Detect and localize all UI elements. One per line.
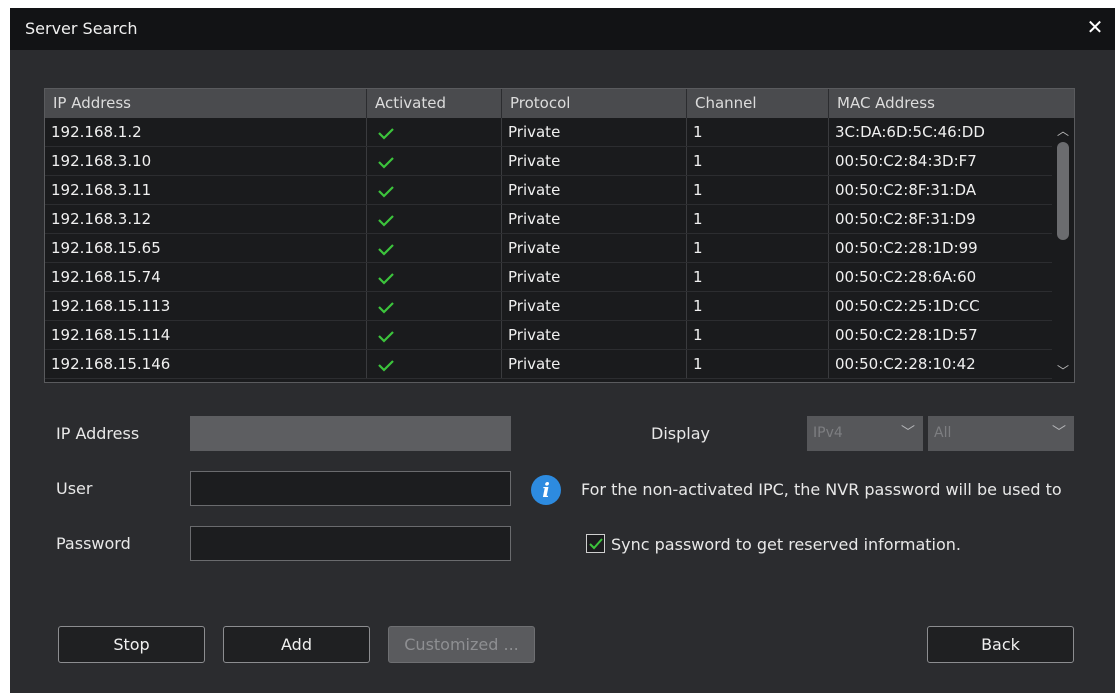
server-search-dialog: Server Search ✕ IP Address Activated Pro…: [10, 8, 1115, 693]
column-header-mac[interactable]: MAC Address: [829, 89, 1074, 118]
ip-address-field: [190, 416, 511, 451]
sync-password-checkbox[interactable]: [586, 534, 605, 553]
ip-cell: 192.168.1.2: [45, 118, 367, 146]
table-body: 192.168.1.2 Private 1 3C:DA:6D:5C:46:DD 192.…: [45, 118, 1052, 379]
channel-cell: 1: [687, 292, 829, 320]
ip-cell: 192.168.15.65: [45, 234, 367, 262]
add-button[interactable]: Add: [223, 626, 370, 663]
activated-cell: [367, 205, 502, 233]
ip-cell: 192.168.15.74: [45, 263, 367, 291]
protocol-cell: Private: [502, 263, 687, 291]
check-icon: [378, 273, 394, 285]
user-label: User: [56, 479, 93, 498]
check-icon: [378, 186, 394, 198]
scroll-down-icon[interactable]: ﹀: [1056, 362, 1070, 378]
check-icon: [378, 128, 394, 140]
info-message: For the non-activated IPC, the NVR passw…: [581, 480, 1062, 499]
table-scrollbar[interactable]: ︿ ﹀: [1052, 118, 1074, 382]
ip-cell: 192.168.15.146: [45, 350, 367, 378]
device-table: IP Address Activated Protocol Channel MA…: [44, 88, 1075, 383]
activated-cell: [367, 321, 502, 349]
ip-cell: 192.168.15.114: [45, 321, 367, 349]
check-icon: [378, 244, 394, 256]
check-icon: [378, 331, 394, 343]
channel-cell: 1: [687, 118, 829, 146]
channel-cell: 1: [687, 350, 829, 378]
mac-cell: 00:50:C2:28:1D:57: [835, 326, 978, 344]
display-label: Display: [651, 424, 710, 443]
channel-cell: 1: [687, 321, 829, 349]
mac-cell: 00:50:C2:84:3D:F7: [835, 152, 977, 170]
ip-cell: 192.168.3.12: [45, 205, 367, 233]
chevron-down-icon: ﹀: [901, 425, 915, 441]
activated-cell: [367, 176, 502, 204]
check-icon: [378, 157, 394, 169]
channel-cell: 1: [687, 234, 829, 262]
display-filter-select: All ﹀: [928, 416, 1074, 451]
protocol-cell: Private: [502, 176, 687, 204]
table-row[interactable]: 192.168.3.11 Private 1 00:50:C2:8F:31:DA: [45, 176, 1052, 205]
activated-cell: [367, 350, 502, 378]
mac-cell: 00:50:C2:28:10:42: [835, 355, 976, 373]
mac-cell: 00:50:C2:28:1D:99: [835, 239, 978, 257]
channel-cell: 1: [687, 263, 829, 291]
mac-cell: 00:50:C2:25:1D:CC: [835, 297, 980, 315]
protocol-cell: Private: [502, 321, 687, 349]
sync-password-label[interactable]: Sync password to get reserved informatio…: [611, 535, 961, 554]
channel-cell: 1: [687, 147, 829, 175]
channel-cell: 1: [687, 176, 829, 204]
ip-version-select: IPv4 ﹀: [807, 416, 923, 451]
table-row[interactable]: 192.168.15.74 Private 1 00:50:C2:28:6A:60: [45, 263, 1052, 292]
password-label: Password: [56, 534, 131, 553]
activated-cell: [367, 234, 502, 262]
scroll-up-icon[interactable]: ︿: [1056, 122, 1070, 138]
protocol-cell: Private: [502, 205, 687, 233]
back-button[interactable]: Back: [927, 626, 1074, 663]
chevron-down-icon: ﹀: [1052, 425, 1066, 441]
protocol-cell: Private: [502, 118, 687, 146]
scroll-thumb[interactable]: [1057, 142, 1069, 240]
mac-cell: 3C:DA:6D:5C:46:DD: [835, 123, 985, 141]
activated-cell: [367, 147, 502, 175]
ip-cell: 192.168.15.113: [45, 292, 367, 320]
table-row[interactable]: 192.168.3.10 Private 1 00:50:C2:84:3D:F7: [45, 147, 1052, 176]
dialog-title: Server Search: [25, 19, 138, 38]
column-header-activated[interactable]: Activated: [367, 89, 502, 118]
channel-cell: 1: [687, 205, 829, 233]
info-icon: i: [531, 475, 561, 505]
table-header: IP Address Activated Protocol Channel MA…: [45, 89, 1074, 118]
mac-cell: 00:50:C2:28:6A:60: [835, 268, 977, 286]
ip-cell: 192.168.3.10: [45, 147, 367, 175]
activated-cell: [367, 118, 502, 146]
check-icon: [378, 302, 394, 314]
table-row[interactable]: 192.168.3.12 Private 1 00:50:C2:8F:31:D9: [45, 205, 1052, 234]
table-row[interactable]: 192.168.15.65 Private 1 00:50:C2:28:1D:99: [45, 234, 1052, 263]
mac-cell: 00:50:C2:8F:31:D9: [835, 210, 976, 228]
table-row[interactable]: 192.168.15.114 Private 1 00:50:C2:28:1D:57: [45, 321, 1052, 350]
protocol-cell: Private: [502, 234, 687, 262]
activated-cell: [367, 292, 502, 320]
stop-button[interactable]: Stop: [58, 626, 205, 663]
activated-cell: [367, 263, 502, 291]
ip-cell: 192.168.3.11: [45, 176, 367, 204]
column-header-protocol[interactable]: Protocol: [502, 89, 687, 118]
column-header-ip[interactable]: IP Address: [45, 89, 367, 118]
check-icon: [378, 215, 394, 227]
ip-address-label: IP Address: [56, 424, 140, 443]
password-field[interactable]: [190, 526, 511, 561]
check-icon: [378, 360, 394, 372]
close-icon[interactable]: ✕: [1083, 15, 1107, 39]
table-row[interactable]: 192.168.15.146 Private 1 00:50:C2:28:10:42: [45, 350, 1052, 379]
title-bar: Server Search ✕: [10, 8, 1115, 50]
user-field[interactable]: [190, 471, 511, 506]
checkmark-icon: [589, 538, 603, 550]
customized-button: Customized ...: [388, 626, 535, 663]
protocol-cell: Private: [502, 147, 687, 175]
protocol-cell: Private: [502, 292, 687, 320]
table-row[interactable]: 192.168.1.2 Private 1 3C:DA:6D:5C:46:DD: [45, 118, 1052, 147]
column-header-channel[interactable]: Channel: [687, 89, 829, 118]
table-row[interactable]: 192.168.15.113 Private 1 00:50:C2:25:1D:CC: [45, 292, 1052, 321]
mac-cell: 00:50:C2:8F:31:DA: [835, 181, 977, 199]
protocol-cell: Private: [502, 350, 687, 378]
